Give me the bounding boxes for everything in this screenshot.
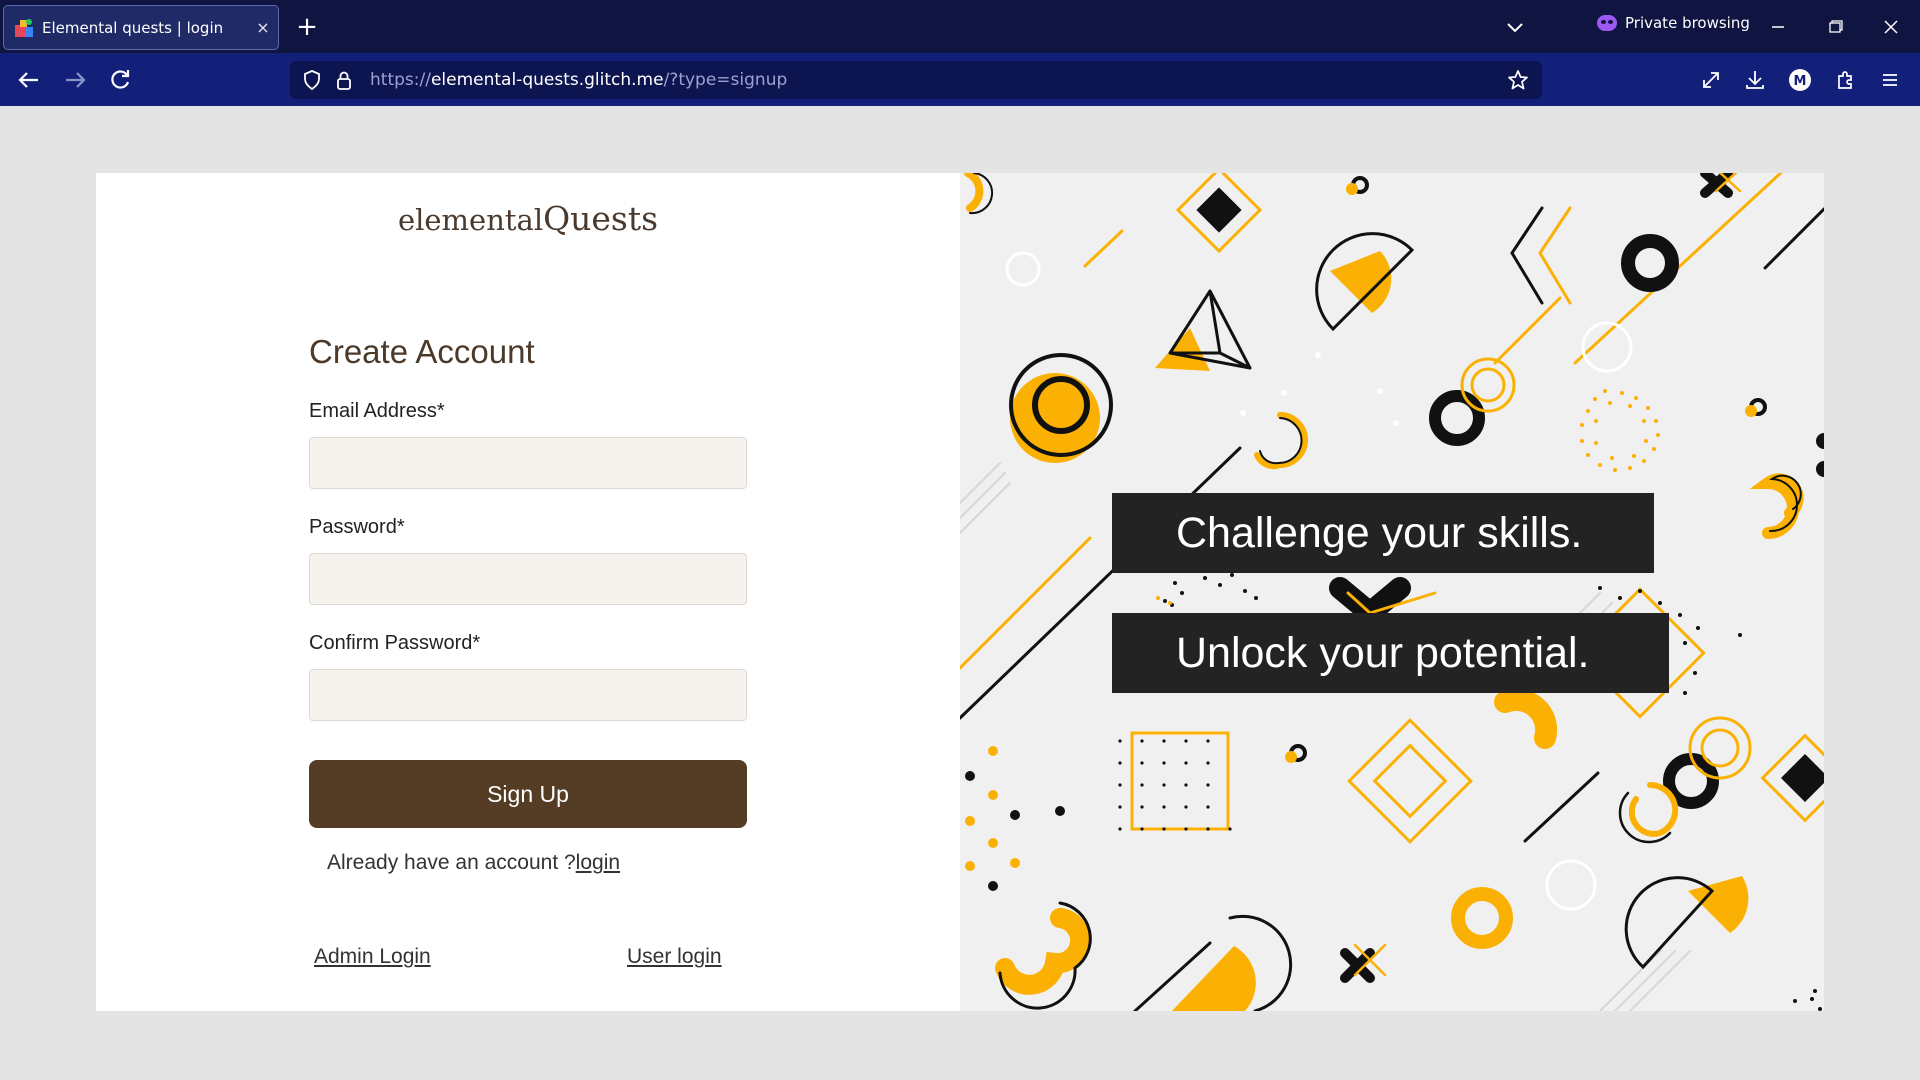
- url-text: https://elemental-quests.glitch.me/?type…: [370, 70, 787, 90]
- back-icon[interactable]: [12, 63, 46, 97]
- new-tab-button[interactable]: +: [292, 12, 322, 42]
- tab-title: Elemental quests | login: [42, 18, 224, 37]
- account-avatar[interactable]: M: [1783, 63, 1817, 97]
- browser-navigation-bar: https://elemental-quests.glitch.me/?type…: [0, 53, 1920, 106]
- browser-tab[interactable]: Elemental quests | login ×: [3, 5, 279, 50]
- email-field[interactable]: [309, 437, 747, 489]
- close-window-icon[interactable]: [1871, 10, 1911, 44]
- signup-card: elementalQuests Create Account Email Add…: [96, 173, 1824, 1011]
- logo-text-big: Quests: [543, 199, 659, 238]
- hero-line-1: Challenge your skills.: [1112, 493, 1654, 573]
- downloads-icon[interactable]: [1738, 63, 1772, 97]
- fullscreen-icon[interactable]: [1694, 63, 1728, 97]
- tab-close-icon[interactable]: ×: [248, 18, 278, 37]
- lock-icon[interactable]: [332, 68, 356, 92]
- already-account-text: Already have an account ?: [327, 851, 576, 874]
- list-all-tabs-icon[interactable]: [1500, 12, 1530, 42]
- address-bar[interactable]: https://elemental-quests.glitch.me/?type…: [290, 61, 1542, 99]
- decorative-pattern-illustration: [960, 173, 1824, 1011]
- logo-text-small: elemental: [397, 203, 544, 237]
- password-field[interactable]: [309, 553, 747, 605]
- account-initial: M: [1794, 74, 1807, 89]
- extensions-icon[interactable]: [1828, 63, 1862, 97]
- private-mask-icon: [1597, 15, 1617, 31]
- reload-icon[interactable]: [103, 63, 137, 97]
- private-browsing-label: Private browsing: [1625, 14, 1750, 32]
- signup-panel: elementalQuests Create Account Email Add…: [96, 173, 960, 1011]
- url-domain: elemental-quests.glitch.me: [430, 70, 664, 90]
- url-prefix: https://: [370, 70, 431, 90]
- confirm-password-field[interactable]: [309, 669, 747, 721]
- hero-panel: Challenge your skills. Unlock your poten…: [960, 173, 1824, 1011]
- sign-up-button[interactable]: Sign Up: [309, 760, 747, 828]
- private-browsing-indicator: Private browsing: [1597, 14, 1750, 32]
- shield-icon[interactable]: [300, 68, 324, 92]
- app-menu-icon[interactable]: [1873, 63, 1907, 97]
- browser-tab-strip: Elemental quests | login × + Private bro…: [0, 0, 1920, 53]
- bookmark-star-icon[interactable]: [1506, 68, 1530, 92]
- email-label: Email Address*: [309, 400, 445, 422]
- hero-line-2: Unlock your potential.: [1112, 613, 1669, 693]
- forward-icon[interactable]: [58, 63, 92, 97]
- page-title: Create Account: [309, 333, 535, 370]
- site-favicon-icon: [14, 18, 34, 38]
- confirm-password-label: Confirm Password*: [309, 632, 481, 654]
- url-path: /?type=signup: [663, 70, 788, 90]
- user-login-link[interactable]: User login: [627, 945, 722, 969]
- brand-logo[interactable]: elementalQuests: [96, 199, 960, 238]
- login-link[interactable]: login: [576, 851, 620, 874]
- minimize-icon[interactable]: [1758, 10, 1798, 44]
- admin-login-link[interactable]: Admin Login: [314, 945, 431, 969]
- already-have-account: Already have an account ?login: [327, 851, 620, 875]
- restore-icon[interactable]: [1815, 10, 1855, 44]
- password-label: Password*: [309, 516, 405, 538]
